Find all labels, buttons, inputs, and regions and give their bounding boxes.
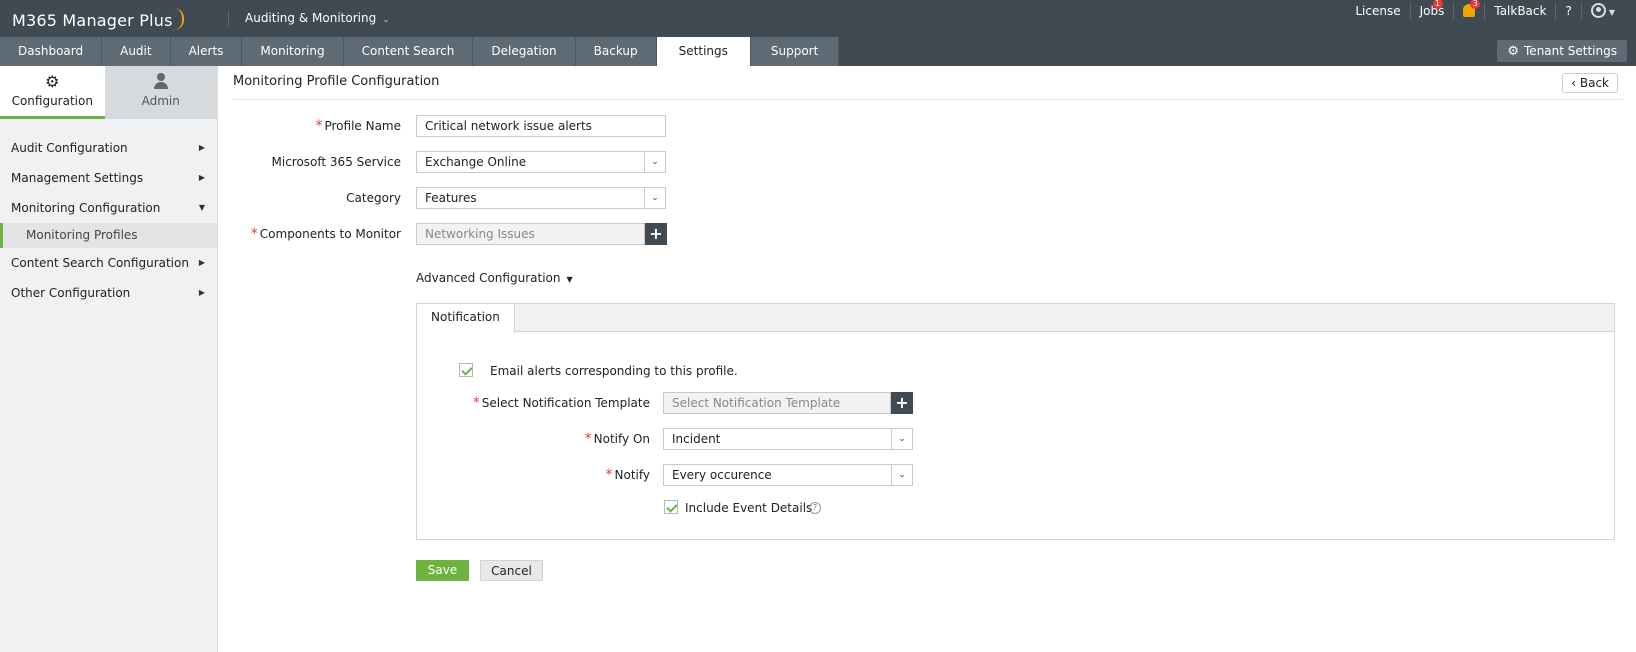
caret-right-icon: ▶	[198, 288, 205, 297]
advanced-configuration-toggle[interactable]: Advanced Configuration ▼	[416, 271, 573, 285]
module-switcher[interactable]: Auditing & Monitoring ⌄	[245, 11, 390, 25]
tenant-settings-button[interactable]: ⚙ Tenant Settings	[1497, 40, 1627, 62]
sidebar-tab-configuration[interactable]: ⚙ Configuration	[0, 66, 105, 119]
notify-on-label: * Notify On	[584, 431, 650, 447]
tab-dashboard[interactable]: Dashboard	[0, 37, 103, 66]
components-input[interactable]: Networking Issues	[416, 223, 645, 245]
chevron-left-icon: ‹	[1571, 76, 1580, 90]
tab-monitoring[interactable]: Monitoring	[242, 37, 344, 66]
header-divider	[228, 10, 229, 27]
help-link[interactable]: ?	[1555, 2, 1580, 20]
jobs-count-badge: 1	[1432, 0, 1443, 9]
logo-swoosh-icon	[174, 8, 184, 30]
caret-right-icon: ▶	[198, 258, 205, 267]
service-select[interactable]: Exchange Online ⌄	[416, 151, 666, 173]
components-label: * Components to Monitor	[250, 226, 401, 242]
save-button[interactable]: Save	[416, 560, 469, 581]
template-label: * Select Notification Template	[472, 395, 650, 411]
sidebar-item-audit-configuration[interactable]: Audit Configuration ▶	[0, 133, 217, 163]
plus-icon: +	[649, 224, 663, 243]
tab-notification[interactable]: Notification	[417, 304, 515, 333]
chevron-down-icon: ⌄	[891, 465, 912, 485]
tab-content-search[interactable]: Content Search	[343, 37, 474, 66]
user-avatar-icon	[1590, 3, 1606, 18]
notify-on-select[interactable]: Incident ⌄	[663, 428, 913, 450]
email-alerts-label: Email alerts corresponding to this profi…	[490, 364, 738, 378]
license-link[interactable]: License	[1346, 2, 1409, 20]
help-icon[interactable]: ?	[809, 502, 821, 514]
add-template-button[interactable]: +	[891, 392, 913, 414]
profile-name-input[interactable]: Critical network issue alerts	[416, 115, 666, 137]
service-label: Microsoft 365 Service	[271, 155, 402, 169]
header-links: License Jobs 1 3 TalkBack ? ▼	[1346, 0, 1624, 20]
cancel-button[interactable]: Cancel	[480, 560, 543, 581]
tab-audit[interactable]: Audit	[102, 37, 171, 66]
category-label: Category	[346, 191, 401, 205]
sidebar-item-monitoring-profiles[interactable]: Monitoring Profiles	[0, 223, 217, 248]
chevron-down-icon: ⌄	[382, 15, 390, 25]
tab-delegation[interactable]: Delegation	[473, 37, 576, 66]
alerts-bell-button[interactable]: 3	[1453, 0, 1484, 20]
title-divider	[233, 99, 1623, 100]
chevron-down-icon: ⌄	[644, 188, 665, 208]
sidebar-tab-label: Admin	[141, 94, 180, 108]
notify-label: * Notify	[605, 467, 650, 483]
tab-backup[interactable]: Backup	[575, 37, 657, 66]
sidebar-tab-label: Configuration	[11, 94, 93, 108]
caret-down-icon: ▼	[1608, 8, 1615, 17]
sidebar-item-content-search-configuration[interactable]: Content Search Configuration ▶	[0, 248, 217, 278]
app-logo[interactable]: M365 Manager Plus	[12, 8, 184, 30]
sidebar-item-monitoring-configuration[interactable]: Monitoring Configuration ▼	[0, 193, 217, 223]
chevron-down-icon: ⌄	[891, 429, 912, 449]
chevron-down-icon: ⌄	[644, 152, 665, 172]
gear-icon: ⚙	[1507, 44, 1520, 59]
sidebar: ⚙ Configuration Admin Audit Configuratio…	[0, 66, 218, 652]
panel-tab-bar: Notification	[417, 304, 1614, 333]
jobs-link[interactable]: Jobs 1	[1409, 0, 1454, 20]
main-content: Monitoring Profile Configuration ‹ Back …	[219, 66, 1636, 652]
category-select[interactable]: Features ⌄	[416, 187, 666, 209]
include-event-details-label: Include Event Details	[685, 501, 813, 515]
sidebar-item-management-settings[interactable]: Management Settings ▶	[0, 163, 217, 193]
plus-icon: +	[895, 393, 909, 412]
tab-support[interactable]: Support	[750, 37, 840, 66]
notify-select[interactable]: Every occurence ⌄	[663, 464, 913, 486]
include-event-details-checkbox[interactable]	[664, 500, 678, 514]
notification-panel: Notification Email alerts corresponding …	[416, 303, 1615, 540]
alerts-count-badge: 3	[1470, 0, 1481, 9]
add-components-button[interactable]: +	[645, 223, 667, 245]
sidebar-item-other-configuration[interactable]: Other Configuration ▶	[0, 278, 217, 308]
user-menu[interactable]: ▼	[1580, 2, 1624, 20]
profile-name-label: * Profile Name	[315, 118, 401, 134]
template-input[interactable]: Select Notification Template	[663, 392, 891, 414]
talkback-link[interactable]: TalkBack	[1484, 2, 1555, 20]
caret-down-icon: ▼	[566, 275, 573, 284]
back-button[interactable]: ‹ Back	[1562, 73, 1618, 93]
person-icon	[105, 72, 217, 92]
gear-icon: ⚙	[45, 72, 60, 91]
top-header: M365 Manager Plus Auditing & Monitoring ⌄…	[0, 0, 1636, 37]
main-nav: Dashboard Audit Alerts Monitoring Conten…	[0, 37, 1636, 66]
email-alerts-checkbox[interactable]	[459, 363, 473, 377]
tab-alerts[interactable]: Alerts	[170, 37, 243, 66]
page-title: Monitoring Profile Configuration	[233, 74, 440, 89]
sidebar-tab-admin[interactable]: Admin	[104, 66, 217, 119]
tab-settings[interactable]: Settings	[656, 37, 751, 66]
